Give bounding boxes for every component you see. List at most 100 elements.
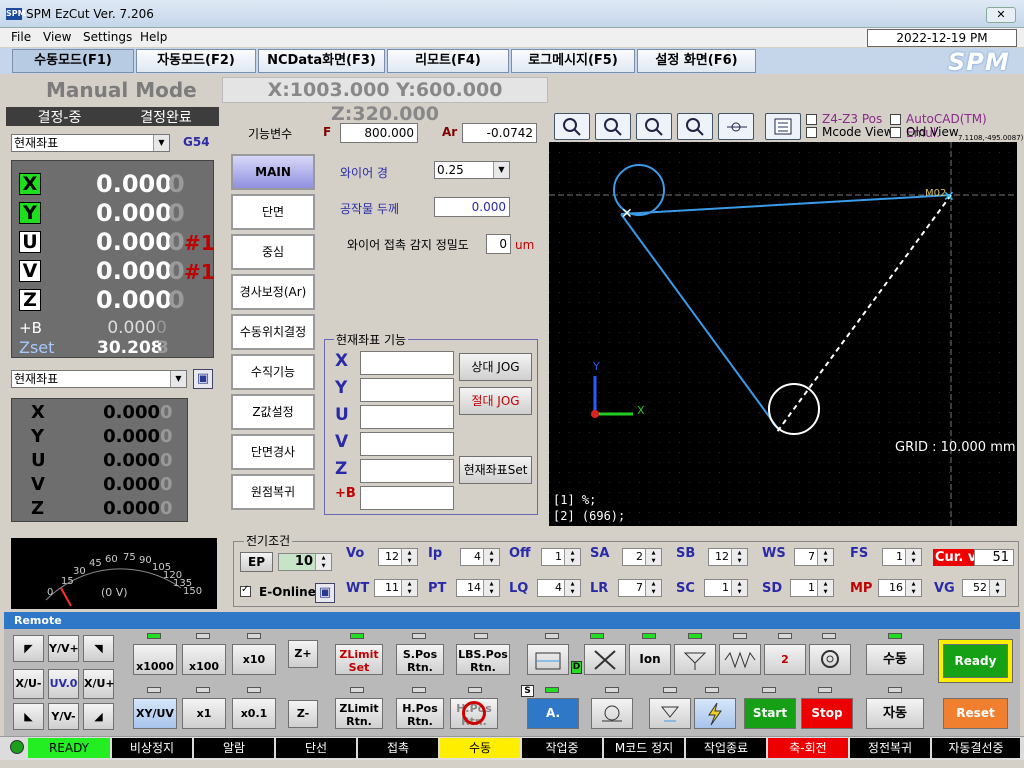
func-manual-positioning-button[interactable]: 수동위치결정 xyxy=(231,314,315,350)
jog-yv-plus-button[interactable]: Y/V+ xyxy=(48,635,79,662)
ep-value-input[interactable]: 10 xyxy=(278,553,332,571)
ec-ip-input[interactable]: 4 xyxy=(460,548,500,566)
toolpath-view[interactable]: ✕ ✕ M02 X Y GRID : 10.000 mm [1] %; [2] … xyxy=(549,142,1017,526)
ec-ws-input[interactable]: 7 xyxy=(794,548,834,566)
ec-fs-input[interactable]: 1 xyxy=(882,548,922,566)
ec-pt-input[interactable]: 14 xyxy=(456,579,500,597)
autocad-emul-checkbox[interactable] xyxy=(890,114,901,125)
absolute-jog-button[interactable]: 절대 JOG xyxy=(459,387,532,415)
func-cross-section-button[interactable]: 단면 xyxy=(231,194,315,230)
zlimit-set-button[interactable]: ZLimit Set xyxy=(335,644,383,675)
step-x01-button[interactable]: x0.1 xyxy=(232,698,276,729)
zoom-fit-icon[interactable] xyxy=(554,113,590,140)
wire-diameter-select[interactable]: 0.25 ▼ xyxy=(434,161,510,179)
z4z3-pos-checkbox[interactable] xyxy=(806,114,817,125)
menu-view[interactable]: View xyxy=(43,30,71,44)
current-coord-set-button[interactable]: 현재좌표Set xyxy=(459,456,532,484)
wave-button[interactable] xyxy=(719,644,761,675)
menu-settings[interactable]: Settings xyxy=(83,30,132,44)
tab-remote[interactable]: 리모트(F4) xyxy=(387,49,509,73)
power-button[interactable] xyxy=(694,698,736,729)
func-main-button[interactable]: MAIN xyxy=(231,154,315,190)
relative-jog-button[interactable]: 상대 JOG xyxy=(459,353,532,381)
search-in-progress-button[interactable]: 결정-중 xyxy=(6,107,113,126)
tab-ncdata[interactable]: NCData화면(F3) xyxy=(258,49,385,73)
ec-lr-input[interactable]: 7 xyxy=(618,579,662,597)
spray-button[interactable] xyxy=(649,698,691,729)
step-x1-button[interactable]: x1 xyxy=(182,698,226,729)
reset-button[interactable]: Reset xyxy=(943,698,1008,729)
menu-help[interactable]: Help xyxy=(140,30,167,44)
ec-sc-input[interactable]: 1 xyxy=(704,579,748,597)
old-view-checkbox[interactable] xyxy=(890,127,901,138)
ion-button[interactable]: Ion xyxy=(629,644,671,675)
step-x10-button[interactable]: x10 xyxy=(232,644,276,675)
zlimit-return-button[interactable]: ZLimit Rtn. xyxy=(335,698,383,729)
tab-manual-mode[interactable]: 수동모드(F1) xyxy=(12,49,134,73)
ec-sd-input[interactable]: 1 xyxy=(790,579,834,597)
cur-coord-v-input[interactable] xyxy=(360,432,454,456)
spos-return-button[interactable]: S.Pos Rtn. xyxy=(396,644,444,675)
zoom-box-icon[interactable] xyxy=(636,113,672,140)
cur-coord-x-input[interactable] xyxy=(360,351,454,375)
jog-yv-minus-button[interactable]: Y/V- xyxy=(48,703,79,730)
auto-mode-button[interactable]: 자동 xyxy=(866,698,924,729)
cur-coord-u-input[interactable] xyxy=(360,405,454,429)
auto-start-button[interactable]: A. Start xyxy=(527,698,579,749)
manual-mode-button[interactable]: 수동 xyxy=(866,644,924,675)
z-minus-button[interactable]: Z- xyxy=(288,700,318,728)
mcode-view-checkbox[interactable] xyxy=(806,127,817,138)
ar-input[interactable]: -0.0742 xyxy=(462,123,537,143)
zoom-100-icon[interactable] xyxy=(595,113,631,140)
zoom-out-icon[interactable] xyxy=(677,113,713,140)
cur-coord-z-input[interactable] xyxy=(360,459,454,483)
tab-log[interactable]: 로그메시지(F5) xyxy=(511,49,635,73)
wire-touch-input[interactable]: 0 xyxy=(486,234,511,254)
hpos-return-button[interactable]: H.Pos Rtn. xyxy=(396,698,444,729)
func-section-slope-button[interactable]: 단면경사 xyxy=(231,434,315,470)
xyuv-toggle-button[interactable]: XY/UV xyxy=(133,698,177,729)
ep-button[interactable]: EP xyxy=(240,552,273,572)
flush-button[interactable] xyxy=(674,644,716,675)
coord-system-select-top[interactable]: 현재좌표 ▼ xyxy=(11,134,170,152)
tab-auto-mode[interactable]: 자동모드(F2) xyxy=(136,49,256,73)
ec-off-input[interactable]: 1 xyxy=(541,548,581,566)
z-plus-button[interactable]: Z+ xyxy=(288,640,318,668)
coord-system-select-bottom[interactable]: 현재좌표 ▼ xyxy=(11,370,187,388)
ec-vg-input[interactable]: 52 xyxy=(962,579,1006,597)
ec-wt-input[interactable]: 11 xyxy=(374,579,418,597)
wire-feed-button[interactable]: 2 xyxy=(764,644,806,675)
close-button[interactable]: ✕ xyxy=(986,7,1016,23)
list-icon[interactable] xyxy=(765,113,801,140)
jog-xu-plus-button[interactable]: X/U+ xyxy=(83,669,115,699)
start-button[interactable]: Start xyxy=(744,698,796,729)
func-z-value-set-button[interactable]: Z값설정 xyxy=(231,394,315,430)
feed-input[interactable]: 800.000 xyxy=(340,123,418,143)
jog-up-right-button[interactable]: ◥ xyxy=(83,635,114,662)
spool-button[interactable] xyxy=(809,644,851,675)
ec-vo-input[interactable]: 12 xyxy=(378,548,418,566)
ec-lq-input[interactable]: 4 xyxy=(537,579,581,597)
wire-rewind-button[interactable] xyxy=(591,698,633,729)
tank-button[interactable] xyxy=(527,644,569,675)
func-vertical-function-button[interactable]: 수직기능 xyxy=(231,354,315,390)
cur-coord-y-input[interactable] xyxy=(360,378,454,402)
step-x1000-button[interactable]: x1000 xyxy=(133,644,177,675)
tab-settings[interactable]: 설정 화면(F6) xyxy=(637,49,756,73)
stop-button[interactable]: Stop xyxy=(801,698,853,729)
search-done-button[interactable]: 결정완료 xyxy=(113,107,219,126)
jog-uv0-button[interactable]: UV.0 xyxy=(48,669,79,699)
ec-sa-input[interactable]: 2 xyxy=(622,548,662,566)
jog-xu-minus-button[interactable]: X/U- xyxy=(13,669,44,699)
func-slope-correction-button[interactable]: 경사보정(Ar) xyxy=(231,274,315,310)
ec-save-icon[interactable]: ▣ xyxy=(315,583,335,603)
lbspos-return-button[interactable]: LBS.Pos Rtn. xyxy=(456,644,510,675)
ec-mp-input[interactable]: 16 xyxy=(878,579,922,597)
jog-down-left-button[interactable]: ◣ xyxy=(13,703,44,730)
func-center-button[interactable]: 중심 xyxy=(231,234,315,270)
move-icon[interactable] xyxy=(718,113,754,140)
ec-sb-input[interactable]: 12 xyxy=(708,548,748,566)
jog-down-right-button[interactable]: ◢ xyxy=(83,703,114,730)
wire-cut-button[interactable] xyxy=(584,644,626,675)
workpiece-thickness-input[interactable]: 0.000 xyxy=(434,197,510,217)
